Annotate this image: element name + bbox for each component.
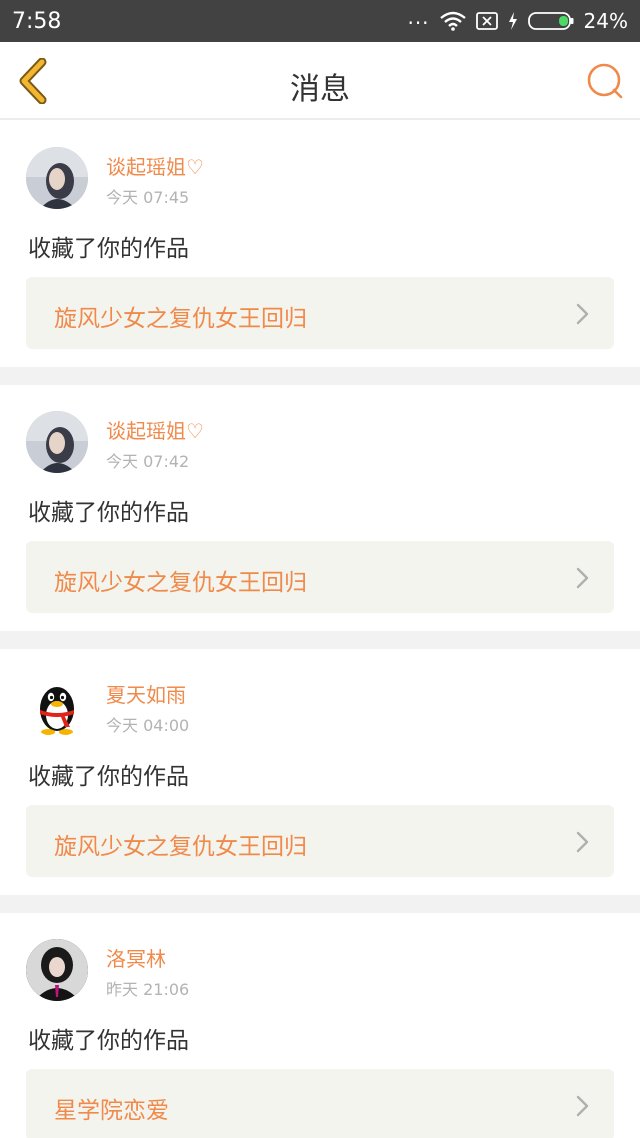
timestamp: 昨天 21:06 — [106, 980, 190, 999]
work-title: 旋风少女之复仇女王回归 — [54, 570, 307, 596]
work-link[interactable]: 星学院恋爱 — [26, 1069, 614, 1138]
search-button[interactable] — [586, 62, 624, 100]
separator — [0, 367, 640, 385]
avatar[interactable] — [26, 675, 88, 737]
action-text: 收藏了你的作品 — [28, 1028, 189, 1054]
username[interactable]: 谈起瑶姐♡ — [106, 415, 204, 444]
penguin-avatar — [26, 675, 88, 737]
action-text: 收藏了你的作品 — [28, 236, 189, 262]
work-link[interactable]: 旋风少女之复仇女王回归 — [26, 277, 614, 349]
action-text: 收藏了你的作品 — [28, 500, 189, 526]
work-title: 旋风少女之复仇女王回归 — [54, 834, 307, 860]
message-card: 夏天如雨 今天 04:00 收藏了你的作品 旋风少女之复仇女王回归 — [0, 649, 640, 895]
work-title: 旋风少女之复仇女王回归 — [54, 306, 307, 332]
avatar[interactable] — [26, 411, 88, 473]
action-text: 收藏了你的作品 — [28, 764, 189, 790]
chevron-right-icon — [576, 831, 589, 853]
work-link[interactable]: 旋风少女之复仇女王回归 — [26, 541, 614, 613]
no-sim-icon — [475, 11, 498, 31]
message-card: 洛冥林 昨天 21:06 收藏了你的作品 星学院恋爱 — [0, 913, 640, 1138]
username[interactable]: 夏天如雨 — [106, 679, 186, 708]
username[interactable]: 洛冥林 — [106, 943, 166, 972]
avatar[interactable] — [26, 939, 88, 1001]
page-title: 消息 — [290, 72, 350, 107]
status-bar: 7:58 ... 24% — [0, 0, 640, 42]
avatar[interactable] — [26, 147, 88, 209]
nav-bar: 消息 — [0, 42, 640, 120]
separator — [0, 631, 640, 649]
message-card: 谈起瑶姐♡ 今天 07:42 收藏了你的作品 旋风少女之复仇女王回归 — [0, 385, 640, 631]
battery-percent: 24% — [583, 9, 628, 33]
work-title: 星学院恋爱 — [54, 1098, 169, 1124]
timestamp: 今天 07:42 — [106, 452, 190, 471]
chevron-right-icon — [576, 303, 589, 325]
work-link[interactable]: 旋风少女之复仇女王回归 — [26, 805, 614, 877]
search-icon — [587, 63, 623, 99]
status-time: 7:58 — [12, 8, 62, 34]
dark-photo-avatar — [26, 939, 88, 1001]
wifi-icon — [439, 11, 466, 31]
girl-photo-avatar — [26, 147, 88, 209]
status-icons: ... 24% — [407, 5, 628, 33]
timestamp: 今天 04:00 — [106, 716, 190, 735]
signal-dots-icon: ... — [407, 5, 430, 29]
timestamp: 今天 07:45 — [106, 188, 190, 207]
message-feed: 谈起瑶姐♡ 今天 07:45 收藏了你的作品 旋风少女之复仇女王回归 谈起瑶姐♡… — [0, 121, 640, 1138]
message-card: 谈起瑶姐♡ 今天 07:45 收藏了你的作品 旋风少女之复仇女王回归 — [0, 121, 640, 367]
username[interactable]: 谈起瑶姐♡ — [106, 151, 204, 180]
battery-icon — [527, 11, 574, 31]
charging-icon — [508, 11, 518, 31]
chevron-right-icon — [576, 1095, 589, 1117]
separator — [0, 895, 640, 913]
chevron-right-icon — [576, 567, 589, 589]
girl-photo-avatar — [26, 411, 88, 473]
